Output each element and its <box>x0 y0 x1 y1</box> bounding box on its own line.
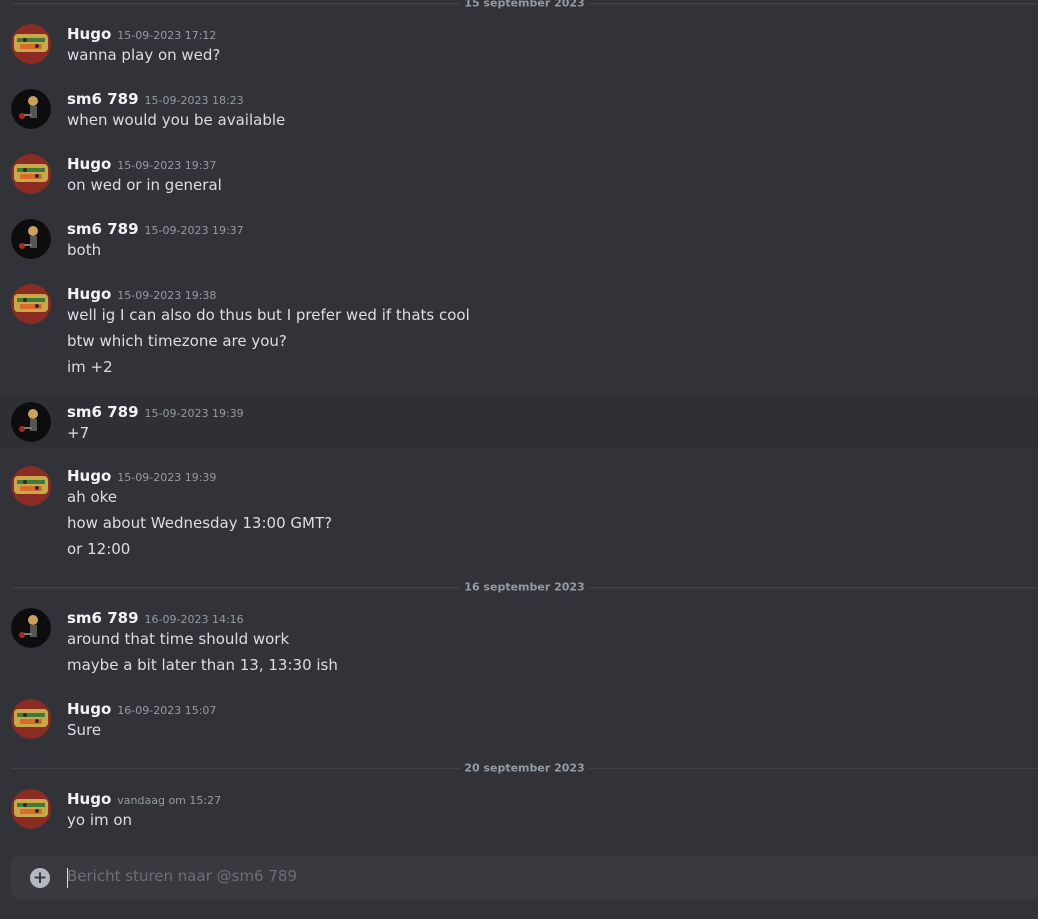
avatar-sm6-789[interactable] <box>11 219 51 259</box>
message-text: im +2 <box>67 358 113 376</box>
username[interactable]: Hugo <box>67 467 111 485</box>
date-divider: 20 september 2023 <box>11 761 1038 775</box>
message-text: both <box>67 241 102 259</box>
message-text: when would you be available <box>67 111 286 129</box>
message[interactable]: Hugo 15-09-2023 17:12 wanna play on wed? <box>0 0 1038 80</box>
timestamp: 15-09-2023 19:39 <box>144 407 244 420</box>
username[interactable]: sm6 789 <box>67 90 139 108</box>
avatar-hugo[interactable] <box>11 699 51 739</box>
date-divider: 16 september 2023 <box>11 580 1038 594</box>
message-text: Sure <box>67 721 102 739</box>
username[interactable]: sm6 789 <box>67 403 139 421</box>
message-text: yo im on <box>67 811 133 829</box>
message[interactable]: sm6 789 15-09-2023 19:37 both <box>0 210 1038 275</box>
message-text: wanna play on wed? <box>67 46 221 64</box>
avatar-sm6-789[interactable] <box>11 89 51 129</box>
chat-messages[interactable]: 15 september 2023 Hugo 15-09-2023 17:12 w… <box>0 0 1038 850</box>
message[interactable]: Hugo 15-09-2023 19:39 ah oke how about We… <box>0 457 1038 577</box>
avatar-sm6-789[interactable] <box>11 608 51 648</box>
message[interactable]: sm6 789 16-09-2023 14:16 around that time… <box>0 599 1038 694</box>
plus-circle-icon[interactable]: + <box>30 868 50 888</box>
timestamp: 15-09-2023 17:12 <box>117 29 217 42</box>
timestamp: 16-09-2023 15:07 <box>117 704 217 717</box>
timestamp: 15-09-2023 19:39 <box>117 471 217 484</box>
avatar-sm6-789[interactable] <box>11 402 51 442</box>
message-text: well ig I can also do thus but I prefer … <box>67 306 470 324</box>
username[interactable]: Hugo <box>67 285 111 303</box>
message[interactable]: Hugo vandaag om 15:27 yo im on <box>0 780 1038 845</box>
message-text: +7 <box>67 424 90 442</box>
message[interactable]: Hugo 16-09-2023 15:07 Sure <box>0 690 1038 760</box>
message-text: or 12:00 <box>67 540 131 558</box>
message[interactable]: sm6 789 15-09-2023 18:23 when would you b… <box>0 80 1038 145</box>
timestamp: 15-09-2023 19:38 <box>117 289 217 302</box>
timestamp: 15-09-2023 19:37 <box>144 224 244 237</box>
message[interactable]: Hugo 15-09-2023 19:37 on wed or in genera… <box>0 145 1038 210</box>
timestamp: vandaag om 15:27 <box>117 794 222 807</box>
message-text: ah oke <box>67 488 118 506</box>
username[interactable]: Hugo <box>67 155 111 173</box>
username[interactable]: Hugo <box>67 790 111 808</box>
timestamp: 16-09-2023 14:16 <box>144 613 244 626</box>
message-text: on wed or in general <box>67 176 222 194</box>
message-text: how about Wednesday 13:00 GMT? <box>67 514 333 532</box>
username[interactable]: sm6 789 <box>67 609 139 627</box>
avatar-hugo[interactable] <box>11 466 51 506</box>
date-divider-label: 16 september 2023 <box>460 580 589 594</box>
timestamp: 15-09-2023 18:23 <box>144 94 244 107</box>
message[interactable]: sm6 789 15-09-2023 19:39 +7 <box>0 397 1038 448</box>
message-input[interactable]: Bericht sturen naar @sm6 789 <box>67 867 297 885</box>
username[interactable]: Hugo <box>67 25 111 43</box>
username[interactable]: sm6 789 <box>67 220 139 238</box>
avatar-hugo[interactable] <box>11 789 51 829</box>
message-text: btw which timezone are you? <box>67 332 287 350</box>
avatar-hugo[interactable] <box>11 154 51 194</box>
message-text: around that time should work <box>67 630 290 648</box>
avatar-hugo[interactable] <box>11 24 51 64</box>
message[interactable]: Hugo 15-09-2023 19:38 well ig I can also … <box>0 275 1038 395</box>
username[interactable]: Hugo <box>67 700 111 718</box>
timestamp: 15-09-2023 19:37 <box>117 159 217 172</box>
avatar-hugo[interactable] <box>11 284 51 324</box>
date-divider-label: 20 september 2023 <box>460 761 589 775</box>
message-composer[interactable]: + Bericht sturen naar @sm6 789 <box>11 856 1038 899</box>
message-text: maybe a bit later than 13, 13:30 ish <box>67 656 338 674</box>
